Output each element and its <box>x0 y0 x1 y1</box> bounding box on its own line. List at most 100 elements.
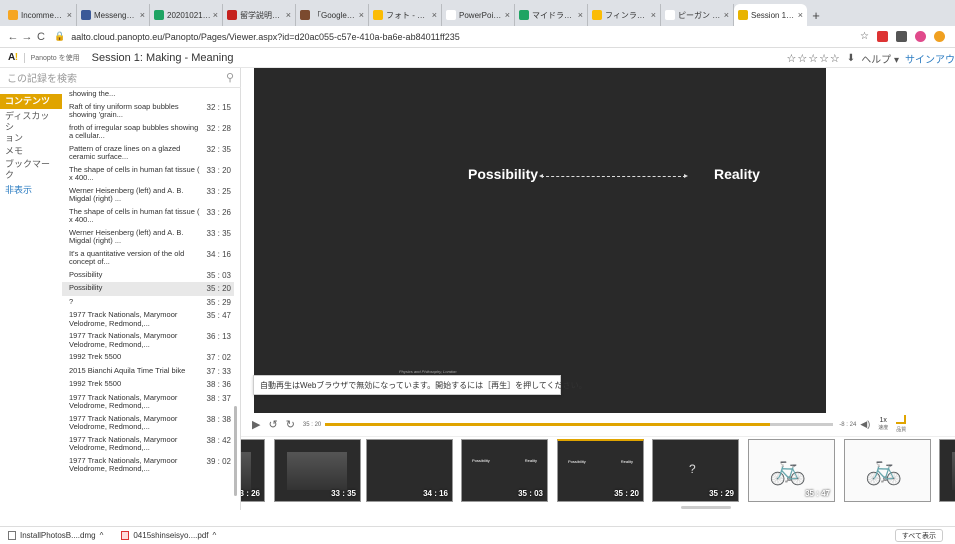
contents-entry[interactable]: 2015 Bianchi Aquila Time Trial bike 37 : … <box>62 365 234 379</box>
contents-entry[interactable]: 1977 Track Nationals, Marymoor Velodrome… <box>62 413 234 434</box>
tab-close-icon[interactable]: × <box>578 10 583 20</box>
contents-scrollbar[interactable] <box>234 406 237 496</box>
search-icon[interactable]: ⚲ <box>226 71 234 84</box>
quality-control[interactable]: 品質 <box>896 415 906 434</box>
bookmark-star-icon[interactable]: ☆ <box>860 31 869 42</box>
contents-entry[interactable]: Werner Heisenberg (left) and A. B. Migda… <box>62 185 234 206</box>
browser-tab[interactable]: Messenger | Face× <box>77 4 150 26</box>
thumbnail[interactable]: ? 35 : 29 <box>652 439 739 502</box>
extension-orange-icon[interactable] <box>934 31 945 42</box>
seek-bar[interactable] <box>325 423 834 426</box>
contents-entry[interactable]: The shape of cells in human fat tissue (… <box>62 206 234 227</box>
tab-close-icon[interactable]: × <box>724 10 729 20</box>
thumbnail[interactable]: Possibility Reality 35 : 03 <box>461 439 548 502</box>
tab-close-icon[interactable]: × <box>213 10 218 20</box>
contents-entry[interactable]: 1977 Track Nationals, Marymoor Velodrome… <box>62 434 234 455</box>
thumbnail-scrollbar[interactable] <box>681 506 731 509</box>
tab-title: フィンランド 留学 <box>605 10 649 20</box>
browser-tab[interactable]: 留学説明会へのご× <box>223 4 296 26</box>
play-icon[interactable]: ▶ <box>252 418 260 431</box>
download-icon[interactable]: ⬇ <box>847 53 855 64</box>
thumbnail[interactable]: 🚲 35 : 47 <box>748 439 835 502</box>
entry-time: 37 : 02 <box>206 353 231 362</box>
tab-title: Incommensurable <box>21 10 65 20</box>
session-title: Session 1: Making - Meaning <box>91 51 234 64</box>
contents-entry[interactable]: showing the... <box>62 88 234 101</box>
video-stage: Possibility Reality Physics and Philosop… <box>241 68 955 413</box>
entry-time: 39 : 02 <box>206 456 231 466</box>
contents-entry[interactable]: 1977 Track Nationals, Marymoor Velodrome… <box>62 330 234 351</box>
contents-entry[interactable]: Possibility 35 : 20 <box>62 282 234 296</box>
help-menu[interactable]: ヘルプ ▾ <box>861 51 899 66</box>
tab-close-icon[interactable]: × <box>359 10 364 20</box>
contents-entry[interactable]: 1992 Trek 5500 37 : 02 <box>62 351 234 365</box>
thumbnail[interactable]: 35 : 47 <box>939 439 955 502</box>
nav-contents[interactable]: コンテンツ <box>0 94 62 109</box>
thumbnail[interactable]: 33 : 26 <box>241 439 265 502</box>
tab-close-icon[interactable]: × <box>505 10 510 20</box>
contents-entry[interactable]: froth of irregular soap bubbles showing … <box>62 122 234 143</box>
contents-entry[interactable]: Raft of tiny uniform soap bubbles showin… <box>62 101 234 122</box>
download-item[interactable]: 0415shinseisyo....pdf ^ <box>121 531 216 540</box>
chevron-up-icon[interactable]: ^ <box>213 531 217 540</box>
contents-entry[interactable]: Pattern of craze lines on a glazed ceram… <box>62 143 234 164</box>
browser-tab[interactable]: Incommensurable× <box>4 4 77 26</box>
extension-puzzle-icon[interactable] <box>896 31 907 42</box>
browser-tab-active[interactable]: Session 1: Making× <box>734 4 807 26</box>
thumbnail[interactable]: 🚲 <box>844 439 931 502</box>
contents-entry[interactable]: 1992 Trek 5500 38 : 36 <box>62 378 234 392</box>
rating-stars[interactable]: ☆☆☆☆☆ <box>786 52 840 65</box>
contents-entry[interactable]: Possibility 35 : 03 <box>62 269 234 283</box>
browser-tab[interactable]: マイドライブ - Go× <box>515 4 588 26</box>
thumbnail[interactable]: Possibility Reality 35 : 20 <box>557 439 644 502</box>
thumbnail[interactable]: 34 : 16 <box>366 439 453 502</box>
browser-tab[interactable]: ピーガン - Google× <box>661 4 734 26</box>
chevron-up-icon[interactable]: ^ <box>100 531 104 540</box>
entry-title: The shape of cells in human fat tissue (… <box>69 207 200 224</box>
forward-10-icon[interactable]: ↻ <box>286 418 295 431</box>
contents-entry[interactable]: 1977 Track Nationals, Marymoor Velodrome… <box>62 309 234 330</box>
contents-entry[interactable]: 1977 Track Nationals, Marymoor Velodrome… <box>62 392 234 413</box>
new-tab-icon[interactable]: + <box>807 4 825 26</box>
back-icon[interactable]: ← <box>6 31 20 43</box>
file-icon <box>8 531 16 540</box>
contents-entry[interactable]: It's a quantitative version of the old c… <box>62 248 234 269</box>
show-all-button[interactable]: すべて表示 <box>894 529 943 542</box>
tab-close-icon[interactable]: × <box>286 10 291 20</box>
slide-display[interactable]: Possibility Reality Physics and Philosop… <box>254 68 826 413</box>
browser-tab[interactable]: 20201021留学説明× <box>150 4 223 26</box>
contents-entry[interactable]: Werner Heisenberg (left) and A. B. Migda… <box>62 227 234 248</box>
forward-icon[interactable]: → <box>20 31 34 43</box>
contents-entry[interactable]: 1977 Track Nationals, Marymoor Velodrome… <box>62 455 234 476</box>
tab-close-icon[interactable]: × <box>798 10 803 20</box>
tab-close-icon[interactable]: × <box>651 10 656 20</box>
browser-tab[interactable]: フォト - Google× <box>369 4 442 26</box>
thumb-word: Reality <box>524 458 537 463</box>
tab-close-icon[interactable]: × <box>67 10 72 20</box>
sign-in-link[interactable]: サインアウ <box>905 51 955 66</box>
speed-control[interactable]: 1x 速度 <box>878 417 888 432</box>
browser-tab[interactable]: 「Google フォト」× <box>296 4 369 26</box>
thumbnail[interactable]: 33 : 35 <box>274 439 361 502</box>
download-item[interactable]: InstallPhotosB....dmg ^ <box>8 531 103 540</box>
browser-tab[interactable]: PowerPoint プレゼ× <box>442 4 515 26</box>
contents-entry[interactable]: The shape of cells in human fat tissue (… <box>62 164 234 185</box>
tab-close-icon[interactable]: × <box>432 10 437 20</box>
rewind-10-icon[interactable]: ↺ <box>268 418 277 431</box>
volume-icon[interactable]: ◀) <box>860 419 870 430</box>
nav-hide[interactable]: 非表示 <box>0 185 62 196</box>
nav-notes[interactable]: メモ <box>0 146 62 157</box>
extension-red-icon[interactable] <box>877 31 888 42</box>
contents-entry[interactable]: ? 35 : 29 <box>62 296 234 310</box>
address-bar[interactable]: 🔒 aalto.cloud.panopto.eu/Panopto/Pages/V… <box>54 28 854 46</box>
thumb-word: Possibility <box>472 458 490 463</box>
tab-close-icon[interactable]: × <box>140 10 145 20</box>
extension-pink-icon[interactable] <box>915 31 926 42</box>
tab-favicon-icon <box>738 10 748 20</box>
nav-bookmarks[interactable]: ブックマーク <box>0 159 62 181</box>
entry-title: 1977 Track Nationals, Marymoor Velodrome… <box>69 435 178 452</box>
nav-discussion[interactable]: ディスカッシ ョン <box>0 111 62 144</box>
browser-tab[interactable]: フィンランド 留学× <box>588 4 661 26</box>
reload-icon[interactable]: C <box>34 31 48 43</box>
search-input[interactable]: この記録を検索 <box>7 70 226 85</box>
